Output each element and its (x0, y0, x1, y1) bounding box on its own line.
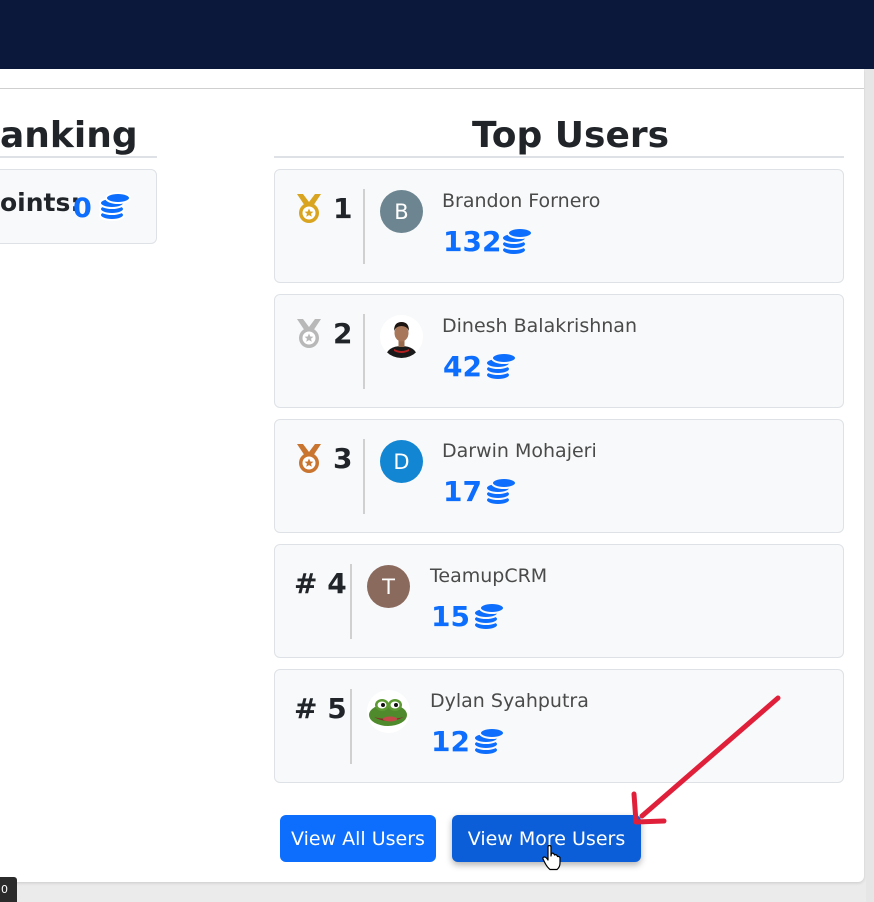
coins-icon (485, 477, 517, 506)
rank-divider (363, 189, 365, 264)
coins-icon (485, 352, 517, 381)
bronze-medal-icon (297, 444, 321, 473)
rank-number: 2 (333, 317, 353, 350)
page-scrollbar[interactable] (866, 69, 874, 902)
top-users-title: Top Users (472, 115, 670, 156)
user-name[interactable]: Brandon Fornero (442, 192, 600, 211)
rank-number: 3 (333, 442, 353, 475)
my-points-value: 0 (73, 193, 92, 224)
view-all-users-button[interactable]: View All Users (280, 815, 436, 862)
user-name[interactable]: Dinesh Balakrishnan (442, 317, 637, 336)
avatar: D (380, 440, 423, 483)
avatar-initial: T (382, 574, 395, 599)
app-header (0, 0, 874, 69)
user-name[interactable]: Dylan Syahputra (430, 692, 589, 711)
top-users-title-rule (274, 156, 844, 158)
rank-number: # 4 (294, 567, 347, 600)
rank-divider (363, 439, 365, 514)
ranking-title: anking (0, 115, 138, 156)
coins-icon (473, 727, 505, 756)
rank-number: # 5 (294, 692, 347, 725)
silver-medal-icon (297, 319, 321, 348)
ranking-title-rule (0, 156, 157, 158)
hand-cursor-icon (542, 845, 561, 871)
rank-divider (350, 689, 352, 764)
frog-avatar-icon (367, 690, 410, 733)
coins-icon (501, 227, 533, 256)
status-badge: 0 (0, 877, 17, 902)
my-points-label: oints: (0, 188, 81, 217)
user-name[interactable]: TeamupCRM (430, 567, 547, 586)
avatar-initial: D (393, 449, 410, 474)
avatar: B (380, 190, 423, 233)
user-card-1[interactable]: 1 B Brandon Fornero 132 (274, 169, 844, 283)
rank-divider (350, 564, 352, 639)
avatar (367, 690, 410, 733)
user-points: 132 (443, 225, 502, 258)
user-photo (380, 315, 423, 358)
coins-icon (473, 602, 505, 631)
user-points: 17 (443, 475, 482, 508)
rank-divider (363, 314, 365, 389)
gold-medal-icon (297, 194, 321, 223)
user-card-2[interactable]: 2 Dinesh Balakrishnan 42 (274, 294, 844, 408)
user-points: 12 (431, 725, 470, 758)
coins-icon (99, 192, 131, 221)
avatar (380, 315, 423, 358)
annotation-arrow-icon (631, 695, 781, 825)
user-points: 15 (431, 600, 470, 633)
user-card-4[interactable]: # 4 T TeamupCRM 15 (274, 544, 844, 658)
card-divider (0, 88, 864, 89)
avatar-initial: B (394, 199, 409, 224)
rank-number: 1 (333, 192, 353, 225)
avatar: T (367, 565, 410, 608)
user-name[interactable]: Darwin Mohajeri (442, 442, 597, 461)
user-card-3[interactable]: 3 D Darwin Mohajeri 17 (274, 419, 844, 533)
user-points: 42 (443, 350, 482, 383)
